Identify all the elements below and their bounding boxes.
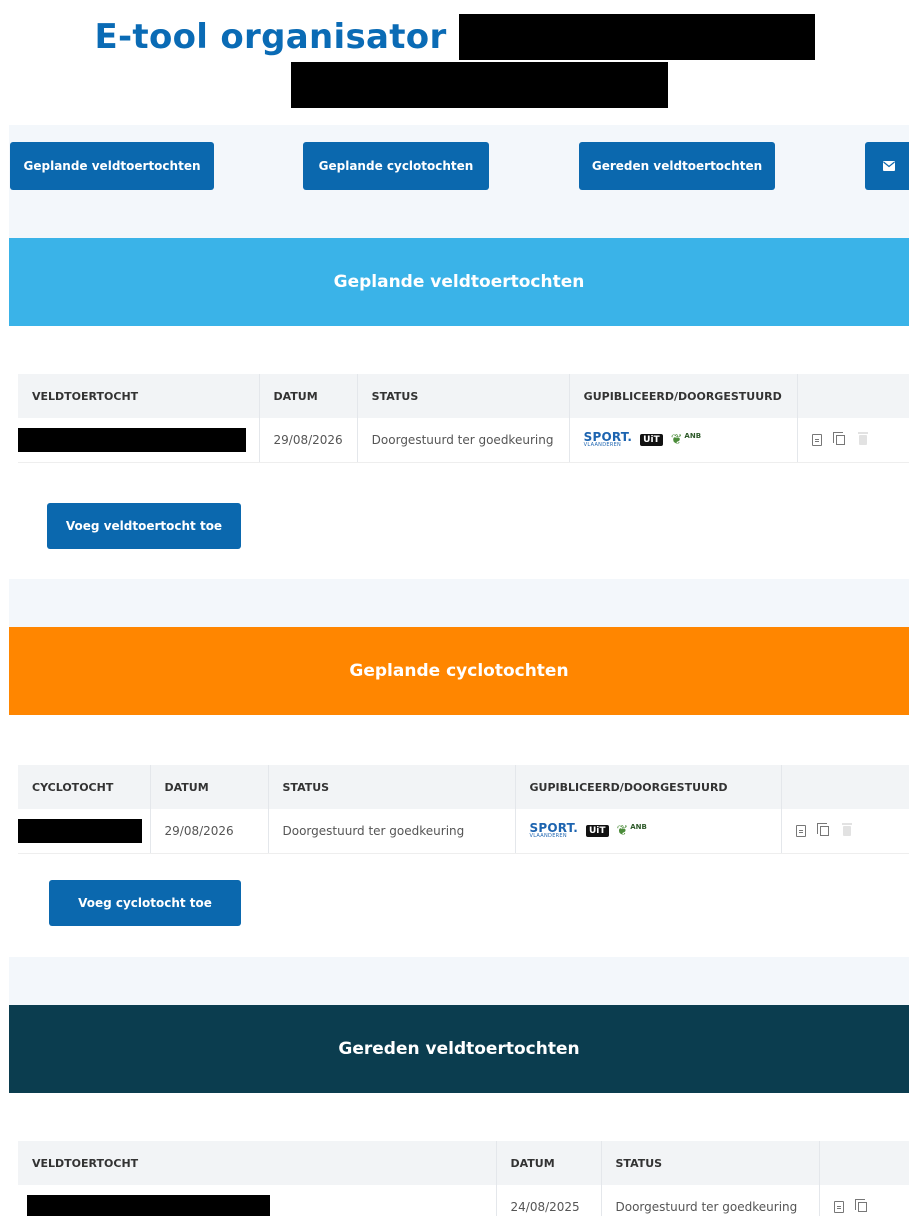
trash-icon[interactable] (841, 822, 852, 836)
column-header: GUPIBLICEERD/DOORGESTUURD (569, 374, 798, 418)
column-header: STATUS (268, 765, 516, 809)
trash-icon[interactable] (857, 431, 868, 445)
redacted-organizer-name (458, 14, 815, 60)
veldtoertochten-table: VELDTOERTOCHT DATUM STATUS GUPIBLICEERD/… (18, 374, 909, 463)
page-header: E-tool organisator (0, 0, 909, 125)
column-header (797, 374, 909, 418)
page-title: E-tool organisator (94, 17, 447, 57)
status-cell: Doorgestuurd ter goedkeuring (601, 1185, 820, 1216)
uit-logo: UiT (585, 824, 609, 837)
status-cell: Doorgestuurd ter goedkeuring (357, 418, 570, 463)
column-header: VELDTOERTOCHT (18, 1141, 497, 1185)
anb-logo: ❦ ANB (670, 431, 702, 448)
section-gereden-veldtoertochten: Gereden veldtoertochten VELDTOERTOCHT DA… (9, 1005, 909, 1216)
redacted-name (27, 1194, 270, 1216)
redacted-organizer-subtitle (291, 62, 668, 108)
redacted-name (18, 427, 246, 452)
envelope-icon (883, 161, 895, 171)
table-row: 24/08/2025 Doorgestuurd ter goedkeuring (18, 1185, 909, 1216)
copy-icon[interactable] (832, 431, 845, 445)
nav-geplande-cyclotochten-button[interactable]: Geplande cyclotochten (303, 142, 489, 190)
document-icon[interactable] (811, 433, 822, 446)
published-cell: SPORT. VLAANDEREN UiT ❦ ANB (515, 809, 782, 854)
uit-logo: UiT (640, 433, 663, 446)
mail-button[interactable] (865, 142, 909, 190)
redacted-name (18, 818, 142, 843)
column-header: VELDTOERTOCHT (18, 374, 260, 418)
table-row: 29/08/2026 Doorgestuurd ter goedkeuring … (18, 809, 909, 854)
column-header: STATUS (357, 374, 570, 418)
date-cell: 29/08/2026 (259, 418, 358, 463)
anb-logo: ❦ ANB (616, 822, 647, 839)
column-header: CYCLOTOCHT (18, 765, 151, 809)
gereden-table: VELDTOERTOCHT DATUM STATUS 24/08/2025 Do… (18, 1141, 909, 1216)
section-title: Geplande cyclotochten (9, 627, 909, 715)
add-veldtoertocht-button[interactable]: Voeg veldtoertocht toe (47, 503, 241, 549)
sport-vlaanderen-logo: SPORT. VLAANDEREN (529, 821, 578, 840)
column-header (819, 1141, 909, 1185)
title-row: E-tool organisator (0, 14, 909, 60)
leaf-icon: ❦ (616, 822, 629, 839)
column-header: STATUS (601, 1141, 820, 1185)
name-cell (18, 1185, 497, 1216)
section-nav: Geplande veldtoertochten Geplande cyclot… (10, 142, 909, 190)
section-geplande-cyclotochten: Geplande cyclotochten CYCLOTOCHT DATUM S… (9, 627, 909, 957)
cyclotochten-table: CYCLOTOCHT DATUM STATUS GUPIBLICEERD/DOO… (18, 765, 909, 854)
add-cyclotocht-button[interactable]: Voeg cyclotocht toe (49, 880, 241, 926)
column-header: GUPIBLICEERD/DOORGESTUURD (515, 765, 782, 809)
column-header (781, 765, 909, 809)
column-header: DATUM (496, 1141, 602, 1185)
document-icon[interactable] (795, 824, 806, 837)
nav-gereden-veldtoertochten-button[interactable]: Gereden veldtoertochten (579, 142, 775, 190)
copy-icon[interactable] (854, 1198, 867, 1212)
sport-vlaanderen-logo: SPORT. VLAANDEREN (583, 430, 633, 449)
section-title: Geplande veldtoertochten (9, 238, 909, 326)
name-cell (18, 418, 260, 463)
column-header: DATUM (259, 374, 358, 418)
table-header-row: CYCLOTOCHT DATUM STATUS GUPIBLICEERD/DOO… (18, 765, 909, 809)
table-header-row: VELDTOERTOCHT DATUM STATUS (18, 1141, 909, 1185)
status-cell: Doorgestuurd ter goedkeuring (268, 809, 516, 854)
name-cell (18, 809, 151, 854)
column-header: DATUM (150, 765, 269, 809)
actions-cell (781, 809, 909, 854)
date-cell: 29/08/2026 (150, 809, 269, 854)
copy-icon[interactable] (816, 822, 829, 836)
date-cell: 24/08/2025 (496, 1185, 602, 1216)
leaf-icon: ❦ (670, 431, 683, 448)
nav-geplande-veldtoertochten-button[interactable]: Geplande veldtoertochten (10, 142, 214, 190)
table-row: 29/08/2026 Doorgestuurd ter goedkeuring … (18, 418, 909, 463)
document-icon[interactable] (833, 1200, 844, 1213)
section-geplande-veldtoertochten: Geplande veldtoertochten VELDTOERTOCHT D… (9, 238, 909, 579)
actions-cell (797, 418, 909, 463)
section-title: Gereden veldtoertochten (9, 1005, 909, 1093)
actions-cell (819, 1185, 909, 1216)
table-header-row: VELDTOERTOCHT DATUM STATUS GUPIBLICEERD/… (18, 374, 909, 418)
published-cell: SPORT. VLAANDEREN UiT ❦ ANB (569, 418, 798, 463)
